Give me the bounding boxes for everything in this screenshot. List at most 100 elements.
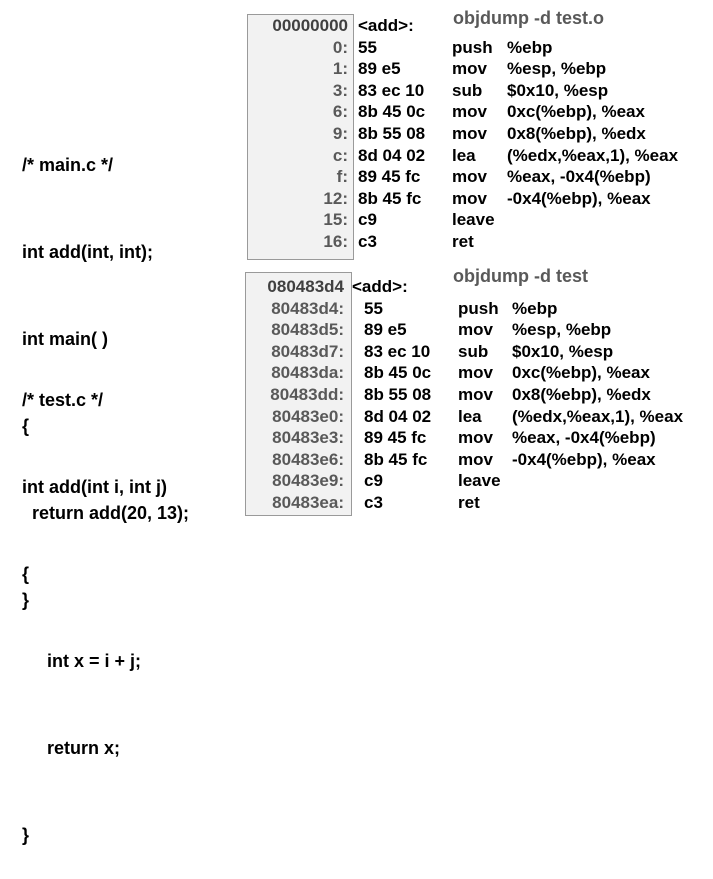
exe-row-mnemonic: ret [458,492,480,512]
obj-row-bytes: 83 ec 10 [358,80,425,100]
obj-operands-column: %ebp %esp, %ebp $0x10, %esp 0xc(%ebp), %… [507,37,678,253]
obj-row-operands: $0x10, %esp [507,80,609,100]
obj-row-operands: %ebp [507,37,553,57]
obj-row-bytes: 8d 04 02 [358,145,426,165]
source-line: /* test.c */ [22,390,104,410]
obj-row-operands: %eax, -0x4(%ebp) [507,167,651,187]
obj-row-mnemonic: sub [452,80,483,100]
obj-row-address: f: [336,167,348,187]
exe-row-bytes: 8d 04 02 [364,406,432,426]
obj-row-operands: %esp, %ebp [507,59,607,79]
exe-row-bytes: 89 e5 [364,320,407,340]
obj-row-bytes: c9 [358,210,377,230]
exe-row-mnemonic: mov [458,363,493,383]
exe-row-address: 80483e9: [272,471,344,491]
exe-row-operands: (%edx,%eax,1), %eax [512,406,684,426]
exe-bytes-column: <add>: [352,276,408,298]
exe-bytes-column-rows: 55 89 e5 83 ec 10 8b 45 0c 8b 55 08 8d 0… [364,298,431,514]
exe-row-operands: 0x8(%ebp), %edx [512,384,651,404]
obj-row-mnemonic: ret [452,231,474,251]
source-line: { [22,564,30,584]
exe-row-mnemonic: mov [458,449,493,469]
exe-row-address: 80483dd: [270,384,344,404]
exe-row-address: 80483d5: [271,320,344,340]
exe-row-mnemonic: push [458,298,499,318]
obj-mnemonic-column: push mov sub mov mov lea mov mov leave r… [452,37,495,253]
obj-row-address: 3: [332,80,348,100]
exe-row-operands: %esp, %ebp [512,320,612,340]
obj-row-bytes: 8b 45 fc [358,188,422,208]
exe-row-bytes: c9 [364,471,383,491]
obj-row-operands: 0xc(%ebp), %eax [507,102,645,122]
obj-row-address: c: [332,145,348,165]
exe-row-operands: %eax, -0x4(%ebp) [512,428,656,448]
exe-row-mnemonic: lea [458,406,482,426]
obj-row-mnemonic: leave [452,210,495,230]
obj-row-bytes: 8b 45 0c [358,102,426,122]
exe-row-address: 80483da: [271,363,344,383]
source-line: } [22,825,30,845]
obj-row-address: 15: [323,210,348,230]
exe-row-operands [512,492,683,514]
exe-row-bytes: 8b 45 0c [364,363,432,383]
obj-row-address: 1: [332,59,348,79]
obj-row-address: 16: [323,231,348,251]
obj-row-mnemonic: mov [452,167,487,187]
exe-row-operands [512,470,683,492]
exe-row-mnemonic: mov [458,320,493,340]
obj-row-bytes: 55 [358,37,377,57]
obj-row-mnemonic: mov [452,59,487,79]
obj-row-mnemonic: mov [452,102,487,122]
exe-row-bytes: c3 [364,492,383,512]
exe-row-address: 80483ea: [272,492,344,512]
test-c-source: /* test.c */ int add(int i, int j) { int… [22,328,167,879]
obj-row-mnemonic: push [452,37,493,57]
source-line: int add(int, int); [22,242,153,262]
exe-mnemonic-column: push mov sub mov mov lea mov mov leave r… [458,298,501,514]
exe-row-mnemonic: leave [458,471,501,491]
exe-operands-column: %ebp %esp, %ebp $0x10, %esp 0xc(%ebp), %… [512,298,683,514]
exe-row-bytes: 8b 55 08 [364,384,432,404]
exe-row-address: 80483d4: [271,298,344,318]
exe-row-operands: $0x10, %esp [512,341,614,361]
exe-row-bytes: 55 [364,298,383,318]
source-line: int x = i + j; [22,651,142,671]
source-line: return x; [22,738,121,758]
obj-header-address: 00000000 [272,16,348,35]
obj-row-operands [507,231,678,253]
exe-dump-title: objdump -d test [453,266,588,286]
exe-row-bytes: 89 45 fc [364,428,427,448]
obj-bytes-column: <add>: 55 89 e5 83 ec 10 8b 45 0c 8b 55 … [358,15,425,253]
exe-function-label: <add>: [352,277,408,296]
exe-row-address: 80483d7: [271,341,344,361]
exe-row-operands: -0x4(%ebp), %eax [512,449,656,469]
exe-row-mnemonic: sub [458,341,489,361]
obj-row-bytes: 89 45 fc [358,167,421,187]
source-line: int add(int i, int j) [22,477,167,497]
obj-row-address: 9: [332,123,348,143]
exe-row-address: 80483e3: [272,428,344,448]
obj-row-mnemonic: mov [452,123,487,143]
obj-row-address: 0: [332,37,348,57]
obj-function-label: <add>: [358,16,414,35]
source-line: /* main.c */ [22,155,114,175]
exe-address-column: 080483d4 80483d4: 80483d5: 80483d7: 8048… [248,276,344,514]
exe-row-address: 80483e0: [272,406,344,426]
exe-row-mnemonic: mov [458,428,493,448]
obj-row-mnemonic: mov [452,188,487,208]
obj-row-bytes: c3 [358,231,377,251]
exe-row-mnemonic: mov [458,384,493,404]
exe-row-operands: 0xc(%ebp), %eax [512,363,650,383]
exe-row-address: 80483e6: [272,449,344,469]
obj-row-bytes: 89 e5 [358,59,401,79]
obj-row-operands [507,209,678,231]
obj-row-bytes: 8b 55 08 [358,123,426,143]
obj-row-address: 6: [332,102,348,122]
obj-row-mnemonic: lea [452,145,476,165]
obj-row-operands: (%edx,%eax,1), %eax [507,145,679,165]
exe-header-address: 080483d4 [267,277,344,296]
exe-row-bytes: 8b 45 fc [364,449,428,469]
obj-dump-title: objdump -d test.o [453,8,604,28]
obj-address-column: 00000000 0: 1: 3: 6: 9: c: f: 12: 15: 16… [250,15,348,253]
exe-row-bytes: 83 ec 10 [364,341,431,361]
